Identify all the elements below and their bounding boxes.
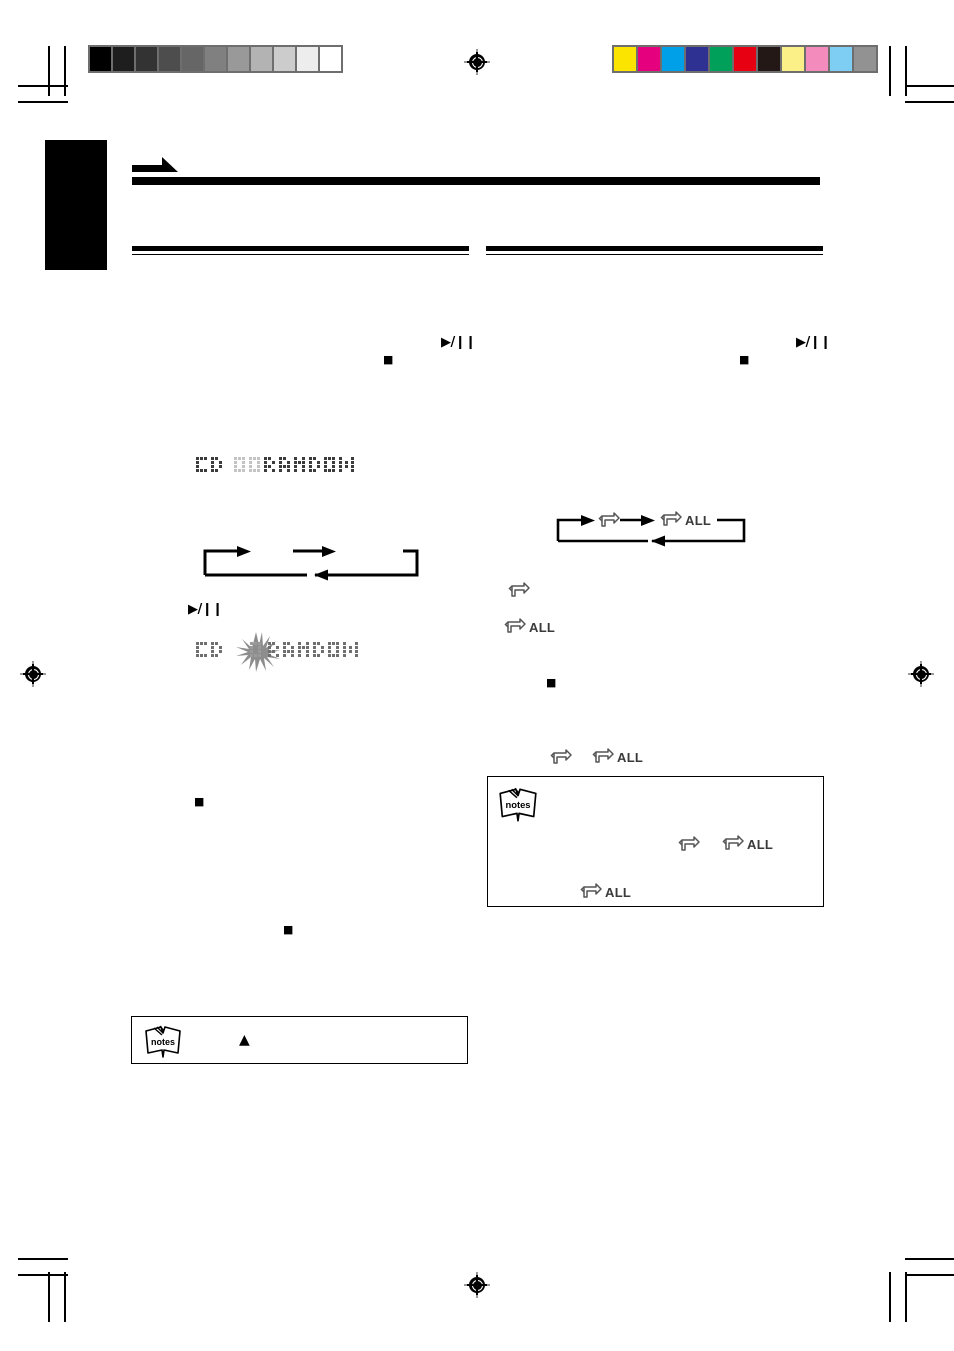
grayscale-swatch-4: [182, 47, 203, 71]
notes-repeat-all-icon: ALL: [722, 835, 773, 853]
color-swatch-3: [686, 47, 708, 71]
left-section-rule: [132, 246, 469, 251]
repeat-one-icon-node: [598, 512, 620, 530]
color-swatch-2: [662, 47, 684, 71]
eject-icon[interactable]: ▲: [239, 1033, 250, 1047]
registration-mark-bottom: [464, 1272, 490, 1298]
color-calibration-bar: [612, 45, 878, 73]
notes-book-icon: notes: [496, 783, 540, 827]
grayscale-swatch-5: [205, 47, 226, 71]
notes-label: notes: [151, 1037, 175, 1047]
color-swatch-6: [758, 47, 780, 71]
registration-mark-right: [908, 661, 934, 687]
notes-book-icon: notes: [142, 1021, 184, 1063]
color-swatch-5: [734, 47, 756, 71]
lcd-display-random-dimmed: [194, 453, 366, 479]
notes-repeat-all-icon-2: ALL: [580, 883, 631, 901]
stop-icon[interactable]: ■: [283, 924, 293, 935]
left-section-rule-hairline: [132, 254, 469, 256]
repeat-all-label: ALL: [605, 884, 632, 900]
registration-mark-top: [464, 49, 490, 75]
grayscale-swatch-2: [136, 47, 157, 71]
grayscale-swatch-3: [159, 47, 180, 71]
play-pause-icon[interactable]: ▶/❙❙: [441, 336, 476, 349]
grayscale-swatch-6: [228, 47, 249, 71]
inline-repeat-all-icon: ALL: [592, 748, 643, 766]
repeat-all-label: ALL: [747, 836, 774, 852]
grayscale-swatch-8: [274, 47, 295, 71]
lcd-display-random-blinking: [194, 630, 370, 672]
color-swatch-8: [806, 47, 828, 71]
color-swatch-9: [830, 47, 852, 71]
notes-repeat-one-icon: [678, 836, 700, 854]
grayscale-calibration-bar: [88, 45, 343, 73]
color-swatch-1: [638, 47, 660, 71]
legend-repeat-all: ALL: [504, 618, 555, 636]
chapter-tab-marker: [45, 140, 107, 270]
grayscale-swatch-10: [320, 47, 341, 71]
stop-icon[interactable]: ■: [739, 354, 749, 365]
left-notes-box: notes ▲: [131, 1016, 468, 1064]
color-swatch-10: [854, 47, 876, 71]
repeat-all-label: ALL: [685, 512, 712, 528]
repeat-all-icon-node: ALL: [660, 511, 711, 529]
color-swatch-7: [782, 47, 804, 71]
play-pause-icon[interactable]: ▶/❙❙: [188, 603, 223, 616]
legend-repeat-one: [508, 582, 530, 600]
color-swatch-0: [614, 47, 636, 71]
right-section-rule: [486, 246, 823, 251]
repeat-all-label: ALL: [529, 619, 556, 635]
color-swatch-4: [710, 47, 732, 71]
grayscale-swatch-9: [297, 47, 318, 71]
stop-icon[interactable]: ■: [546, 677, 556, 688]
inline-repeat-one-icon: [550, 749, 572, 767]
stop-icon[interactable]: ■: [383, 354, 393, 365]
page-title-rule: [132, 177, 820, 185]
right-notes-box: notes ALL ALL: [487, 776, 824, 907]
play-pause-icon[interactable]: ▶/❙❙: [796, 336, 831, 349]
stop-icon[interactable]: ■: [194, 796, 204, 807]
grayscale-swatch-1: [113, 47, 134, 71]
right-section-rule-hairline: [486, 254, 823, 256]
repeat-mode-cycle-diagram: [552, 509, 752, 549]
notes-label: notes: [505, 799, 530, 810]
grayscale-swatch-7: [251, 47, 272, 71]
random-mode-cycle-diagram: [185, 543, 425, 581]
repeat-all-label: ALL: [617, 749, 644, 765]
registration-mark-left: [20, 661, 46, 687]
grayscale-swatch-0: [90, 47, 111, 71]
